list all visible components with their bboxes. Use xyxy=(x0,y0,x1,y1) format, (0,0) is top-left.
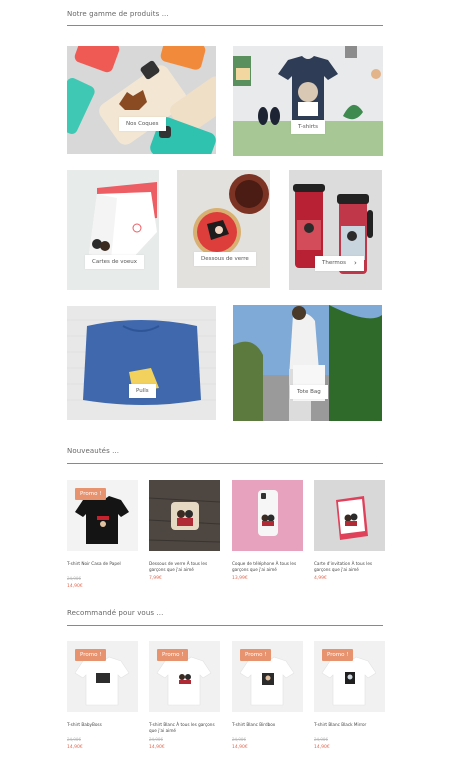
product-name[interactable]: Carte d'invitation À tous les garçons qu… xyxy=(314,561,385,573)
product-price: 7,99€ xyxy=(149,576,162,581)
product-card[interactable]: Promo ! T-shirt Noir Casa de Papel 24,90… xyxy=(67,480,138,589)
product-card[interactable]: Promo ! T-shirt Blanc Black Mirror 24,90… xyxy=(314,641,385,750)
category-tile-greeting-cards[interactable]: Cartes de voeux xyxy=(67,170,159,290)
product-name[interactable]: T-shirt Blanc À tous les garçons que j'a… xyxy=(149,722,220,734)
category-tile-phone-cases[interactable]: Nos Coques xyxy=(67,46,216,154)
product-name[interactable]: T-shirt BabyBoss xyxy=(67,722,138,734)
range-section-divider xyxy=(67,25,383,26)
recommended-section-title: Recommandé pour vous ... xyxy=(67,609,164,617)
product-old-price: 24,90€ xyxy=(149,737,163,742)
product-price: 14,90€ xyxy=(67,745,83,750)
product-old-price: 24,90€ xyxy=(314,737,328,742)
product-name[interactable]: T-shirt Blanc Birdbox xyxy=(232,722,303,734)
product-image[interactable] xyxy=(314,480,385,551)
chevron-right-icon[interactable]: › xyxy=(354,260,357,267)
product-price: 4,99€ xyxy=(314,576,327,581)
product-card[interactable]: Promo ! T-shirt Blanc À tous les garçons… xyxy=(149,641,220,750)
product-card[interactable]: Dessous de verre À tous les garçons que … xyxy=(149,480,220,581)
product-name[interactable]: Coque de téléphone À tous les garçons qu… xyxy=(232,561,303,573)
promo-badge: Promo ! xyxy=(75,488,107,500)
category-label-tshirts: T-shirts xyxy=(291,120,326,134)
category-label-tote-bags: Tote Bag xyxy=(290,385,328,399)
product-card[interactable]: Coque de téléphone À tous les garçons qu… xyxy=(232,480,303,581)
tote-bag-image xyxy=(233,305,382,421)
product-card[interactable]: Promo ! T-shirt BabyBoss 24,90€ 14,90€ xyxy=(67,641,138,750)
coasters-image xyxy=(177,170,270,288)
range-section-title: Notre gamme de produits ... xyxy=(67,10,169,18)
category-label-sweaters: Pulls xyxy=(129,384,156,398)
recommended-section-divider xyxy=(67,625,383,626)
greeting-cards-image xyxy=(67,170,159,290)
product-image[interactable]: Promo ! xyxy=(67,480,138,551)
coaster-image xyxy=(149,480,220,551)
category-tile-tote-bags[interactable]: Tote Bag xyxy=(233,305,382,421)
category-label-phone-cases: Nos Coques xyxy=(119,117,166,131)
category-label-thermos: Thermos › xyxy=(315,256,364,271)
product-image[interactable]: Promo ! xyxy=(149,641,220,712)
category-tile-thermos[interactable]: Thermos › xyxy=(289,170,382,290)
product-name[interactable]: T-shirt Blanc Black Mirror xyxy=(314,722,385,734)
invitation-card-image xyxy=(314,480,385,551)
new-section-title: Nouveautés ... xyxy=(67,447,120,455)
product-card[interactable]: Carte d'invitation À tous les garçons qu… xyxy=(314,480,385,581)
phone-cases-image xyxy=(67,46,216,154)
tshirts-image xyxy=(233,46,383,156)
product-image[interactable] xyxy=(149,480,220,551)
thermos-label-text: Thermos xyxy=(322,260,346,266)
product-image[interactable]: Promo ! xyxy=(67,641,138,712)
category-label-greeting-cards: Cartes de voeux xyxy=(85,255,144,269)
promo-badge: Promo ! xyxy=(157,649,189,661)
promo-badge: Promo ! xyxy=(75,649,107,661)
product-image[interactable]: Promo ! xyxy=(314,641,385,712)
product-image[interactable] xyxy=(232,480,303,551)
category-tile-sweaters[interactable]: Pulls xyxy=(67,306,216,420)
product-price: 13,99€ xyxy=(232,576,248,581)
product-price: 14,90€ xyxy=(149,745,165,750)
product-price: 14,90€ xyxy=(232,745,248,750)
product-name[interactable]: T-shirt Noir Casa de Papel xyxy=(67,561,138,573)
product-name[interactable]: Dessous de verre À tous les garçons que … xyxy=(149,561,220,573)
product-old-price: 24,90€ xyxy=(67,576,81,581)
promo-badge: Promo ! xyxy=(240,649,272,661)
sweaters-image xyxy=(67,306,216,420)
new-section-divider xyxy=(67,463,383,464)
category-tile-coasters[interactable]: Dessous de verre xyxy=(177,170,270,288)
product-old-price: 24,90€ xyxy=(67,737,81,742)
product-old-price: 24,90€ xyxy=(232,737,246,742)
category-label-coasters: Dessous de verre xyxy=(194,252,256,266)
phone-case-image xyxy=(232,480,303,551)
promo-badge: Promo ! xyxy=(322,649,354,661)
category-tile-tshirts[interactable]: T-shirts xyxy=(233,46,383,156)
product-card[interactable]: Promo ! T-shirt Blanc Birdbox 24,90€ 14,… xyxy=(232,641,303,750)
product-price: 14,90€ xyxy=(67,584,83,589)
thermos-image xyxy=(289,170,382,290)
product-image[interactable]: Promo ! xyxy=(232,641,303,712)
product-price: 14,90€ xyxy=(314,745,330,750)
